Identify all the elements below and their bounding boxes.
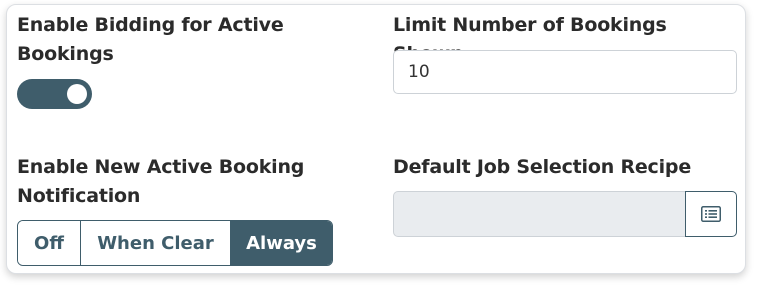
recipe-input-group <box>393 191 737 237</box>
notification-option-off[interactable]: Off <box>18 221 80 265</box>
notification-option-always[interactable]: Always <box>230 221 332 265</box>
bidding-toggle[interactable] <box>17 79 92 109</box>
recipe-field[interactable] <box>393 191 685 237</box>
notification-label: Enable New Active Booking Notification <box>17 156 305 207</box>
bidding-label: Enable Bidding for Active Bookings <box>17 14 284 65</box>
recipe-label: Default Job Selection Recipe <box>393 156 692 178</box>
toggle-knob <box>67 84 87 104</box>
notification-segmented-control: Off When Clear Always <box>17 220 333 266</box>
list-icon <box>701 206 721 222</box>
settings-card: Enable Bidding for Active Bookings Limit… <box>6 4 746 274</box>
recipe-select-button[interactable] <box>685 191 737 237</box>
limit-input[interactable] <box>393 50 737 94</box>
notification-option-when-clear[interactable]: When Clear <box>80 221 230 265</box>
